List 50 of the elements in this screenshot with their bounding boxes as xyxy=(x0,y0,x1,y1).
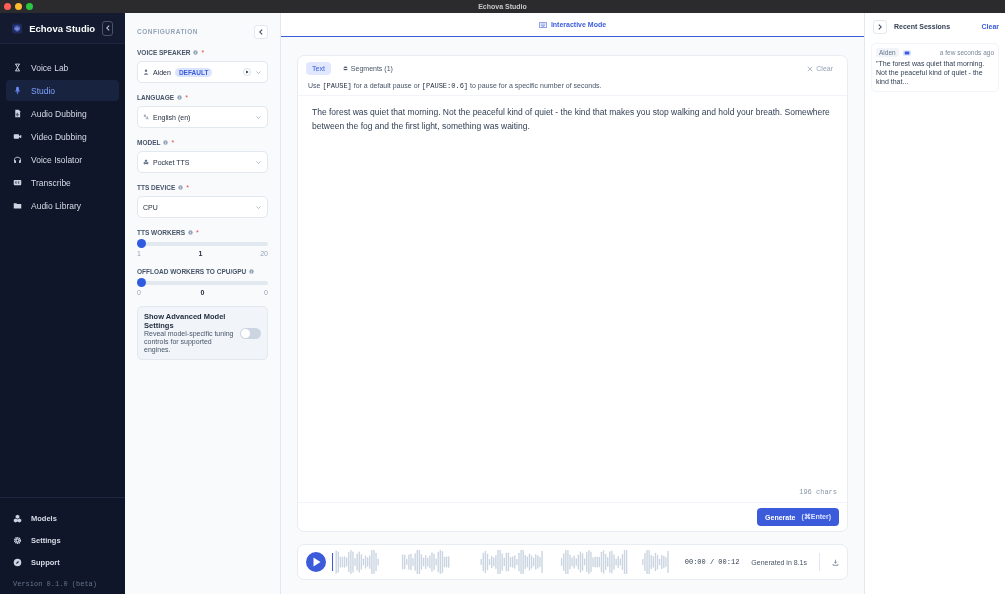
chevron-left-icon xyxy=(257,27,265,36)
info-icon xyxy=(163,140,169,145)
chevron-left-icon xyxy=(103,24,112,32)
chevron-down-icon xyxy=(255,158,262,166)
headphones-icon xyxy=(13,155,22,164)
script-text[interactable]: The forest was quiet that morning. Not the peaceful kind of quiet - the kind that makes you stop walking and hold your breath. Somewhere between the fog and the first light, something was waiting. xyxy=(298,96,847,488)
hourglass-icon xyxy=(13,63,22,72)
database-icon xyxy=(342,66,348,71)
info-icon xyxy=(188,230,194,235)
info-icon xyxy=(177,95,183,100)
nav-item[interactable]: Transcribe xyxy=(6,172,119,193)
file-icon xyxy=(13,109,22,118)
slider-thumb[interactable] xyxy=(137,278,146,287)
cubes-icon xyxy=(13,514,22,523)
mic-icon xyxy=(13,86,22,95)
chevron-right-icon xyxy=(876,22,884,31)
info-icon xyxy=(193,50,199,55)
chevron-down-icon xyxy=(255,68,262,76)
cubes-icon xyxy=(143,159,149,165)
nav-item[interactable]: Audio Dubbing xyxy=(6,103,119,124)
app-name: Echova Studio xyxy=(29,22,96,34)
nav-item[interactable]: Studio xyxy=(6,80,119,101)
compass-icon xyxy=(13,558,22,567)
collapse-button[interactable] xyxy=(102,20,113,36)
play-icon[interactable] xyxy=(243,68,251,76)
chevron-down-icon xyxy=(255,113,262,121)
close-icon[interactable] xyxy=(4,3,11,10)
info-icon xyxy=(249,269,255,274)
info-icon xyxy=(178,185,184,190)
keyboard-icon xyxy=(902,49,911,56)
play-button[interactable] xyxy=(306,552,326,572)
video-icon xyxy=(13,132,22,141)
minimize-icon[interactable] xyxy=(15,3,22,10)
nav-item[interactable]: Voice Isolator xyxy=(6,149,119,170)
chevron-down-icon xyxy=(255,203,262,211)
close-icon xyxy=(807,65,814,72)
nav-item[interactable]: Audio Library xyxy=(6,195,119,216)
slider-thumb[interactable] xyxy=(137,239,146,248)
nav-item[interactable]: Voice Lab xyxy=(6,57,119,78)
toggle-switch[interactable] xyxy=(240,327,261,339)
keyboard-icon xyxy=(538,21,547,28)
person-icon xyxy=(143,69,149,75)
cc-icon xyxy=(13,178,22,187)
logo-icon xyxy=(12,20,23,36)
folder-icon xyxy=(13,201,22,210)
download-icon[interactable] xyxy=(832,558,839,566)
translate-icon xyxy=(143,114,149,120)
maximize-icon[interactable] xyxy=(26,3,33,10)
nav-item[interactable]: Video Dubbing xyxy=(6,126,119,147)
settings-icon xyxy=(13,536,22,545)
